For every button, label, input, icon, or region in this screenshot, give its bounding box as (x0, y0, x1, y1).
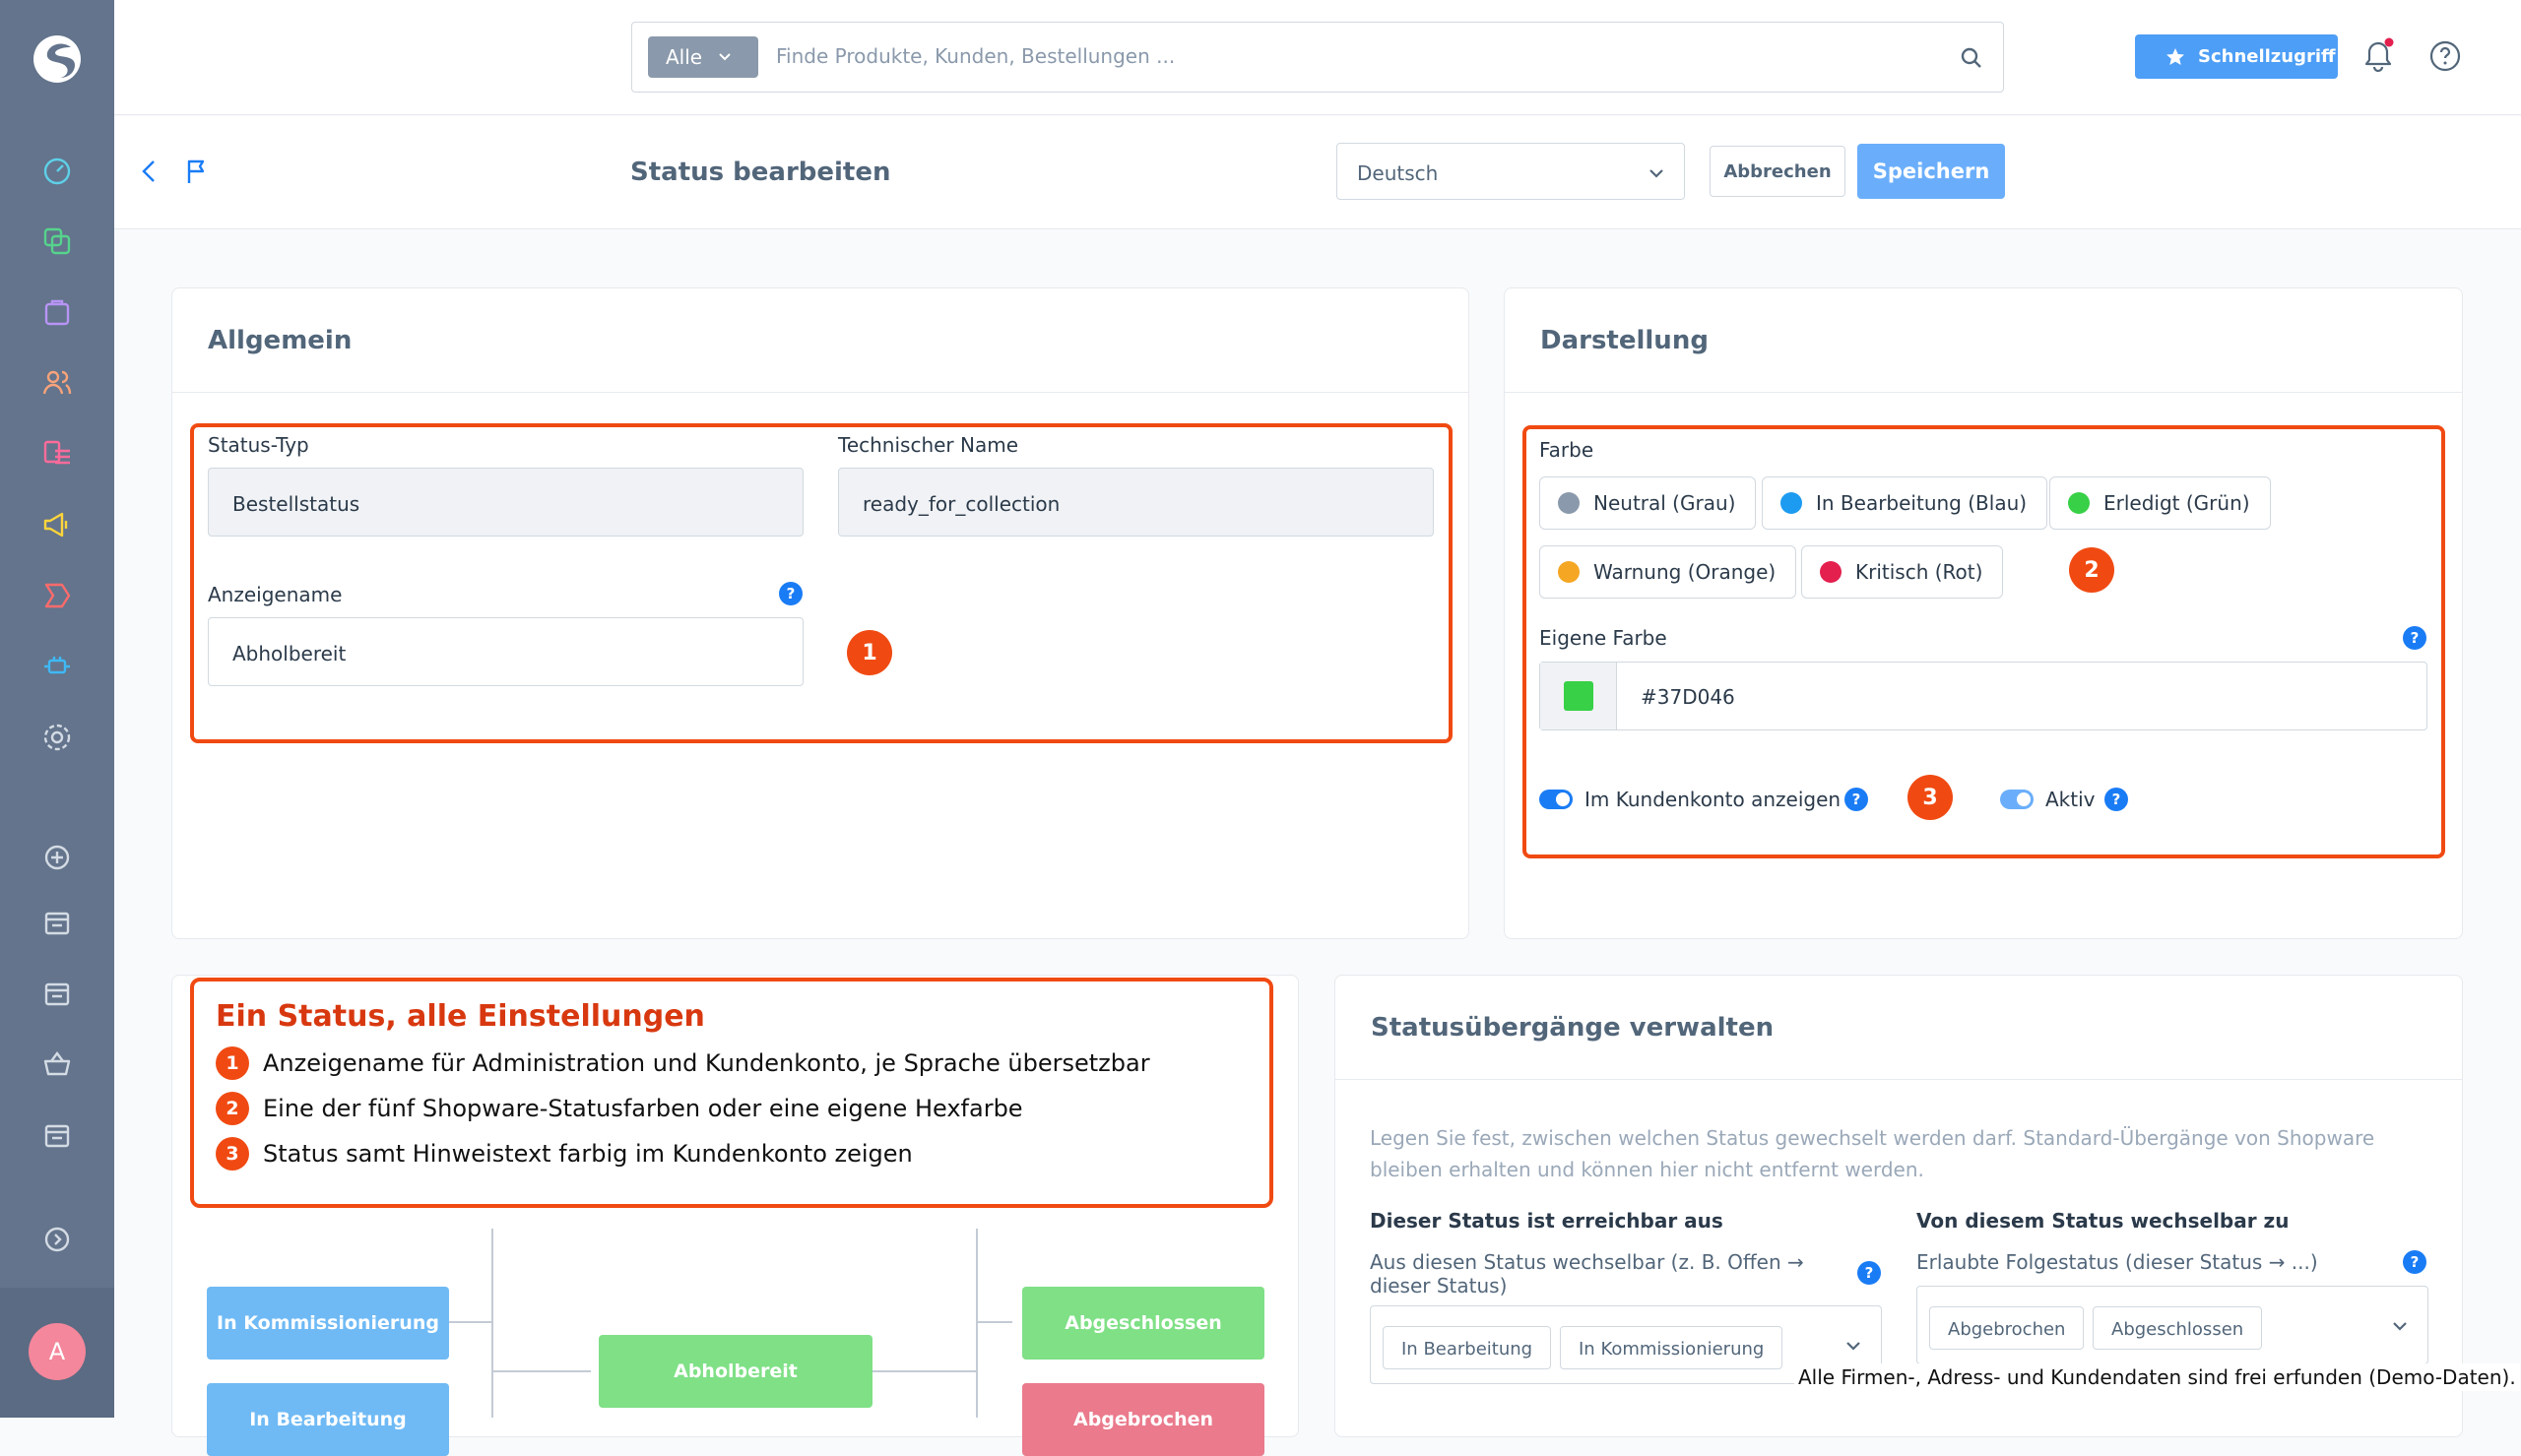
card-title: Statusübergänge verwalten (1371, 1013, 1775, 1043)
save-button[interactable]: Speichern (1857, 144, 2005, 199)
catalog-icon[interactable] (37, 222, 77, 261)
annotation-legend: Ein Status, alle Einstellungen 1 Anzeigen… (190, 978, 1273, 1208)
from-heading: Dieser Status ist erreichbar aus (1370, 1209, 1723, 1233)
legend-item: 2 Eine der fünf Shopware-Statusfarben ode… (216, 1092, 1023, 1125)
sales-channel-icon[interactable] (37, 903, 77, 942)
search-scope-select[interactable]: Alle (648, 36, 758, 78)
avatar[interactable]: A (29, 1323, 86, 1380)
search-icon[interactable] (1958, 44, 1985, 72)
legend-item: 1 Anzeigename für Administration und Kund… (216, 1046, 1150, 1080)
back-arrow-icon[interactable] (138, 158, 162, 185)
annotation-number: 3 (216, 1137, 249, 1171)
promotions-icon[interactable] (37, 576, 77, 615)
flow-node: In Bearbeitung (207, 1383, 449, 1456)
flow-node: In Kommissionierung (207, 1287, 449, 1360)
sales-channel-icon[interactable] (37, 1115, 77, 1155)
flow-node: Abgeschlossen (1022, 1287, 1264, 1360)
help-icon[interactable] (2428, 39, 2462, 73)
annotation-number: 1 (847, 630, 892, 675)
to-heading: Von diesem Status wechselbar zu (1916, 1209, 2290, 1233)
cancel-button[interactable]: Abbrechen (1710, 146, 1845, 197)
divider (1335, 1079, 2462, 1080)
dashboard-icon[interactable] (37, 151, 77, 190)
divider (172, 392, 1468, 393)
flow-connector (977, 1321, 1012, 1323)
transitions-description: Legen Sie fest, zwischen welchen Status … (1370, 1126, 2375, 1181)
flow-connector (873, 1370, 977, 1372)
annotation-number: 1 (216, 1046, 249, 1080)
chevron-down-icon (719, 53, 731, 61)
notification-bell-icon[interactable] (2359, 37, 2397, 75)
legend-title: Ein Status, alle Einstellungen (216, 999, 705, 1034)
annotation-box-1 (190, 423, 1453, 743)
extensions-icon[interactable] (37, 647, 77, 686)
star-icon (2166, 47, 2184, 65)
add-channel-icon[interactable] (37, 838, 77, 877)
to-status-select[interactable]: Abgebrochen Abgeschlossen (1916, 1286, 2428, 1364)
flow-connector (976, 1229, 978, 1418)
language-select[interactable]: Deutsch (1336, 143, 1685, 200)
demo-data-footnote: Alle Firmen-, Adress- und Kundendaten si… (1794, 1363, 2520, 1391)
flow-node: Abgebrochen (1022, 1383, 1264, 1456)
status-tag[interactable]: In Kommissionierung (1560, 1326, 1783, 1369)
flow-connector (492, 1370, 591, 1372)
card-title: Allgemein (208, 326, 353, 355)
flow-connector (449, 1321, 492, 1323)
annotation-number: 2 (216, 1092, 249, 1125)
to-subtext: Erlaubte Folgestatus (dieser Status → ..… (1916, 1250, 2318, 1274)
smartbar (114, 116, 2521, 229)
help-tooltip-icon[interactable]: ? (2403, 1250, 2426, 1274)
divider (1505, 392, 2462, 393)
from-subtext: Aus diesen Status wechselbar (z. B. Offe… (1370, 1250, 1804, 1298)
orders-icon[interactable] (37, 292, 77, 332)
quick-access-button[interactable]: Schnellzugriff (2135, 34, 2338, 79)
flow-node: Abholbereit (599, 1335, 873, 1408)
status-tag[interactable]: Abgebrochen (1929, 1306, 2085, 1350)
legend-item: 3 Status samt Hinweistext farbig im Kunde… (216, 1137, 913, 1171)
customers-icon[interactable] (37, 363, 77, 403)
basket-icon[interactable] (37, 1045, 77, 1084)
sidebar: A (0, 0, 114, 1418)
sales-channel-icon[interactable] (37, 974, 77, 1013)
status-tag[interactable]: Abgeschlossen (2093, 1306, 2263, 1350)
content-icon[interactable] (37, 434, 77, 474)
chevron-down-icon (1649, 169, 1663, 178)
page-title: Status bearbeiten (630, 158, 891, 187)
expand-icon[interactable] (37, 1220, 77, 1259)
search-input[interactable]: Finde Produkte, Kunden, Bestellungen ... (776, 44, 1175, 68)
shopware-logo-icon[interactable] (32, 33, 83, 85)
flow-connector (491, 1229, 493, 1418)
settings-icon[interactable] (37, 718, 77, 757)
flag-icon[interactable] (185, 158, 209, 185)
annotation-number: 3 (1907, 775, 1953, 820)
annotation-number: 2 (2069, 547, 2114, 593)
help-tooltip-icon[interactable]: ? (1857, 1261, 1881, 1285)
card-title: Darstellung (1540, 326, 1709, 355)
marketing-icon[interactable] (37, 505, 77, 544)
global-search[interactable]: Alle Finde Produkte, Kunden, Bestellunge… (631, 22, 2004, 93)
annotation-box-2 (1522, 425, 2445, 858)
status-tag[interactable]: In Bearbeitung (1383, 1326, 1552, 1369)
chevron-down-icon (1846, 1342, 1860, 1351)
chevron-down-icon (2393, 1322, 2407, 1331)
